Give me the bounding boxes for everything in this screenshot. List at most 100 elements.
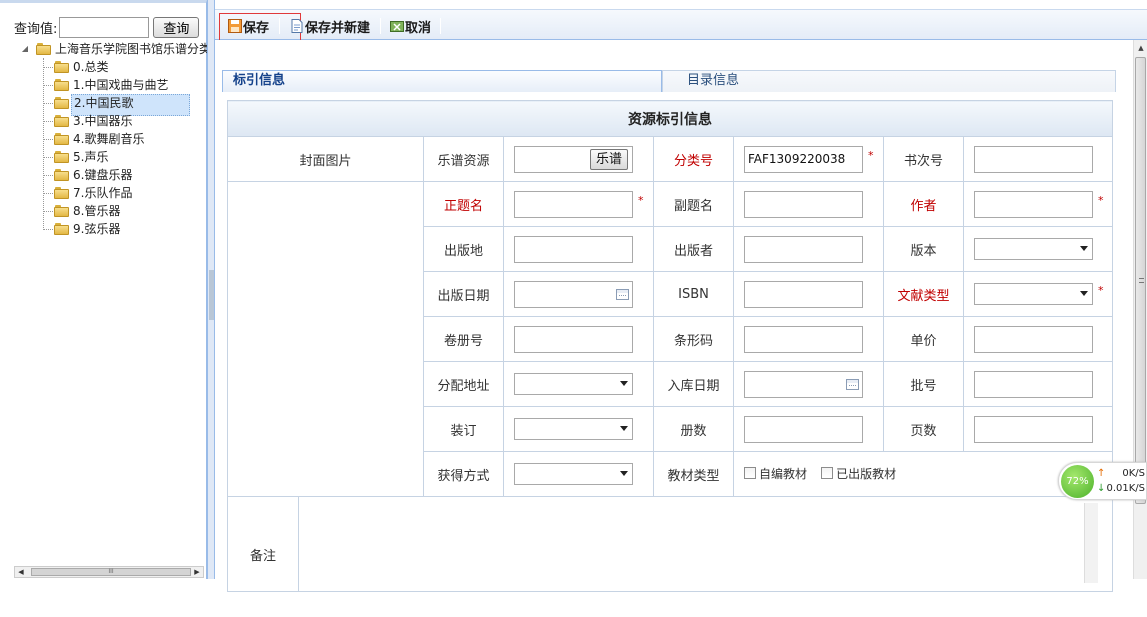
unit-price-label: 单价 — [883, 316, 964, 362]
in-date-input[interactable] — [744, 370, 863, 398]
edition-label: 版本 — [883, 226, 964, 272]
tree-item[interactable]: 1.中国戏曲与曲艺 — [18, 76, 206, 94]
pub-date-label: 出版日期 — [423, 271, 504, 317]
checkbox-box[interactable] — [821, 467, 834, 480]
cover-image-area[interactable] — [227, 181, 424, 497]
scroll-thumb[interactable] — [1135, 57, 1146, 504]
copies-input[interactable] — [744, 415, 863, 443]
tree-item[interactable]: 0.总类 — [18, 58, 206, 76]
scroll-left-icon[interactable]: ◀ — [15, 567, 27, 577]
calendar-icon[interactable] — [616, 288, 629, 300]
score-resource-label: 乐谱资源 — [423, 136, 504, 182]
save-button[interactable]: 保存 — [219, 13, 301, 59]
tree-item[interactable]: 3.中国器乐 — [18, 112, 206, 130]
search-button[interactable]: 查询 — [153, 16, 200, 38]
volume-input[interactable] — [514, 325, 633, 353]
title-input[interactable] — [514, 190, 633, 218]
author-label: 作者 — [883, 181, 964, 227]
binding-label: 装订 — [423, 406, 504, 452]
remark-textarea[interactable] — [308, 503, 1083, 581]
collapse-icon[interactable]: ◢ — [18, 40, 32, 58]
isbn-input[interactable] — [744, 280, 863, 308]
pages-label: 页数 — [883, 406, 964, 452]
download-arrow-icon: ↓ — [1097, 483, 1106, 494]
memory-usage-ball[interactable]: 72% — [1061, 465, 1094, 498]
calendar-icon[interactable] — [846, 378, 859, 390]
book-no-input[interactable] — [974, 145, 1093, 173]
category-tree: ◢ 上海音乐学院图书馆乐谱分类 0.总类 1.中国戏曲与曲艺 2.中国民歌 3.中国器… — [18, 40, 211, 238]
remark-label: 备注 — [249, 549, 276, 564]
publisher-input[interactable] — [744, 235, 863, 263]
batch-input[interactable] — [974, 370, 1093, 398]
pub-date-input[interactable] — [514, 280, 633, 308]
scroll-thumb[interactable]: III — [31, 568, 191, 576]
class-no-label: 分类号 — [653, 136, 734, 182]
tree-item[interactable]: 7.乐队作品 — [18, 184, 206, 202]
dropdown-arrow-icon — [620, 471, 628, 476]
volume-label: 卷册号 — [423, 316, 504, 362]
network-speed-widget[interactable]: 72% ↑ 0K/S ↓ 0.01K/S — [1058, 462, 1147, 500]
subtitle-input[interactable] — [744, 190, 863, 218]
panel-splitter[interactable] — [207, 0, 215, 579]
pub-place-input[interactable] — [514, 235, 633, 263]
tree-item[interactable]: 6.键盘乐器 — [18, 166, 206, 184]
barcode-label: 条形码 — [653, 316, 734, 362]
score-upload-button[interactable]: 乐谱 — [589, 148, 628, 170]
author-input[interactable] — [974, 190, 1093, 218]
cancel-button[interactable]: 取消 — [390, 16, 431, 36]
acquire-select[interactable] — [514, 463, 633, 485]
search-input[interactable] — [59, 16, 150, 38]
pages-input[interactable] — [974, 415, 1093, 443]
tree-connector — [43, 85, 53, 86]
binding-select[interactable] — [514, 418, 633, 440]
upload-arrow-icon: ↑ — [1097, 468, 1106, 479]
tree-connector — [43, 67, 53, 68]
acquire-label: 获得方式 — [423, 451, 504, 497]
folder-icon — [36, 43, 51, 55]
tab-index-info[interactable]: 标引信息 — [222, 70, 662, 92]
score-resource-field[interactable]: 乐谱 — [514, 145, 633, 173]
toolbar-separator — [380, 18, 381, 34]
published-textbook-label: 已出版教材 — [836, 466, 897, 481]
cancel-label: 取消 — [405, 20, 432, 36]
tree-connector — [43, 103, 53, 104]
tree-connector — [43, 193, 53, 194]
tree-item[interactable]: 2.中国民歌 — [18, 94, 206, 116]
tree-item[interactable]: 8.管乐器 — [18, 202, 206, 220]
folder-icon — [54, 187, 69, 199]
tree-connector — [43, 157, 53, 158]
location-select[interactable] — [514, 373, 633, 395]
required-star: * — [1098, 194, 1104, 207]
class-no-input[interactable]: FAF1309220038 — [744, 145, 863, 173]
edition-select[interactable] — [974, 238, 1093, 260]
tree-root-label: 上海音乐学院图书馆乐谱分类 — [55, 42, 212, 56]
tree-connector — [43, 211, 53, 212]
title-label: 正题名 — [423, 181, 504, 227]
tree-root[interactable]: ◢ 上海音乐学院图书馆乐谱分类 — [18, 40, 211, 58]
tree-connector — [43, 175, 53, 176]
barcode-input[interactable] — [744, 325, 863, 353]
dropdown-arrow-icon — [1080, 246, 1088, 251]
unit-price-input[interactable] — [974, 325, 1093, 353]
remark-scrollbar[interactable] — [1084, 503, 1099, 583]
published-textbook-checkbox[interactable]: 已出版教材 — [821, 465, 896, 482]
tree-connector — [43, 229, 53, 230]
new-document-icon — [290, 19, 304, 33]
folder-icon — [54, 223, 69, 235]
tab-catalog-info[interactable]: 目录信息 — [662, 70, 1116, 92]
tree-item[interactable]: 9.弦乐器 — [18, 220, 206, 238]
tree-item[interactable]: 5.声乐 — [18, 148, 206, 166]
required-star: * — [638, 194, 644, 207]
tree-item[interactable]: 4.歌舞剧音乐 — [18, 130, 206, 148]
self-textbook-checkbox[interactable]: 自编教材 — [744, 465, 807, 482]
form-header: 资源标引信息 — [226, 100, 1114, 137]
toolbar-separator — [279, 18, 280, 34]
scroll-right-icon[interactable]: ▶ — [191, 567, 203, 577]
scroll-up-icon[interactable]: ▲ — [1134, 44, 1147, 56]
save-new-button[interactable]: 保存并新建 — [290, 16, 370, 36]
tree-item-label: 6.键盘乐器 — [73, 168, 133, 182]
doc-type-select[interactable] — [974, 283, 1093, 305]
tree-horizontal-scrollbar[interactable]: ◀ III ▶ — [14, 566, 204, 578]
folder-icon — [54, 133, 69, 145]
checkbox-box[interactable] — [744, 467, 756, 480]
